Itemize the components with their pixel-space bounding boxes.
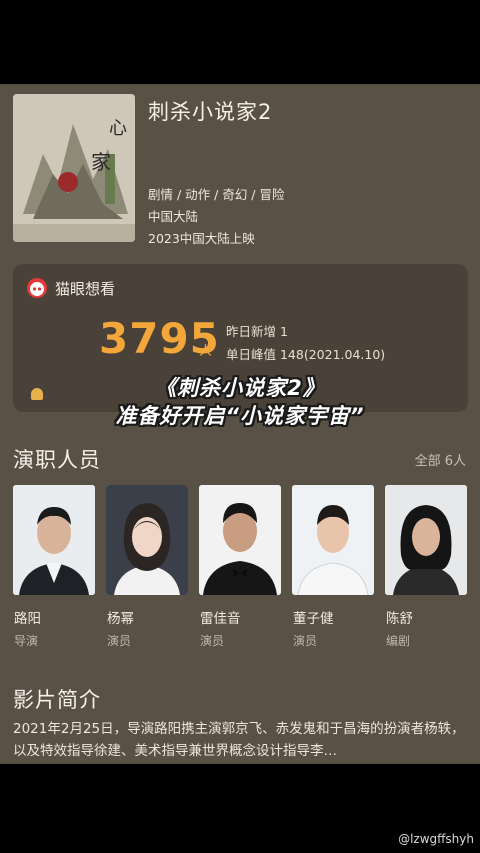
caption-line-1: 《刺杀小说家2》: [155, 376, 325, 400]
intro-section-title: 影片简介: [13, 688, 101, 712]
cast-section-title: 演职人员: [13, 448, 101, 472]
movie-genres: 剧情 / 动作 / 奇幻 / 冒险: [148, 187, 285, 202]
movie-region: 中国大陆: [148, 209, 199, 224]
movie-title: 刺杀小说家2: [148, 100, 273, 124]
cast-name: 陈舒: [386, 611, 413, 627]
intro-text[interactable]: 2021年2月25日，导演路阳携主演郭京飞、赤发鬼和于昌海的扮演者杨轶，以及特效…: [13, 718, 468, 762]
cast-card[interactable]: 杨幂 演员: [106, 485, 188, 649]
caption-line-2: 准备好开启“小说家宇宙”: [115, 404, 365, 428]
cast-role: 演员: [107, 634, 132, 648]
daily-peak: 单日峰值 148(2021.04.10): [226, 347, 386, 362]
cast-card[interactable]: 路阳 导演: [13, 485, 95, 649]
yesterday-added: 昨日新增 1: [226, 324, 288, 339]
cast-role: 导演: [14, 634, 39, 648]
svg-text:心: 心: [109, 118, 127, 139]
watermark: @lzwgffshyh: [398, 832, 474, 846]
cast-role: 演员: [293, 634, 318, 648]
cast-card[interactable]: 董子健 演员: [292, 485, 374, 649]
cast-card[interactable]: 雷佳音 演员: [199, 485, 281, 649]
svg-text:家: 家: [91, 150, 111, 174]
cast-name: 路阳: [14, 611, 41, 627]
poster-art: 心 家: [13, 94, 135, 242]
movie-poster[interactable]: 心 家: [13, 94, 135, 242]
cast-photo: [385, 485, 467, 595]
cast-photo: [292, 485, 374, 595]
movie-release: 2023中国大陆上映: [148, 231, 255, 246]
cast-role: 演员: [200, 634, 225, 648]
cast-photo: [106, 485, 188, 595]
cast-photo: [199, 485, 281, 595]
cast-photo: [13, 485, 95, 595]
want-count-unit: 人: [199, 344, 213, 359]
cast-name: 杨幂: [107, 611, 134, 627]
cast-card[interactable]: 陈舒 编剧: [385, 485, 467, 649]
cast-role: 编剧: [386, 634, 411, 648]
brand-label: 猫眼想看: [55, 280, 116, 298]
cast-name: 董子健: [293, 611, 334, 627]
maoyan-cat-icon: [27, 278, 47, 298]
cast-view-all-link[interactable]: 全部 6人: [415, 450, 466, 469]
cast-name: 雷佳音: [200, 611, 241, 627]
